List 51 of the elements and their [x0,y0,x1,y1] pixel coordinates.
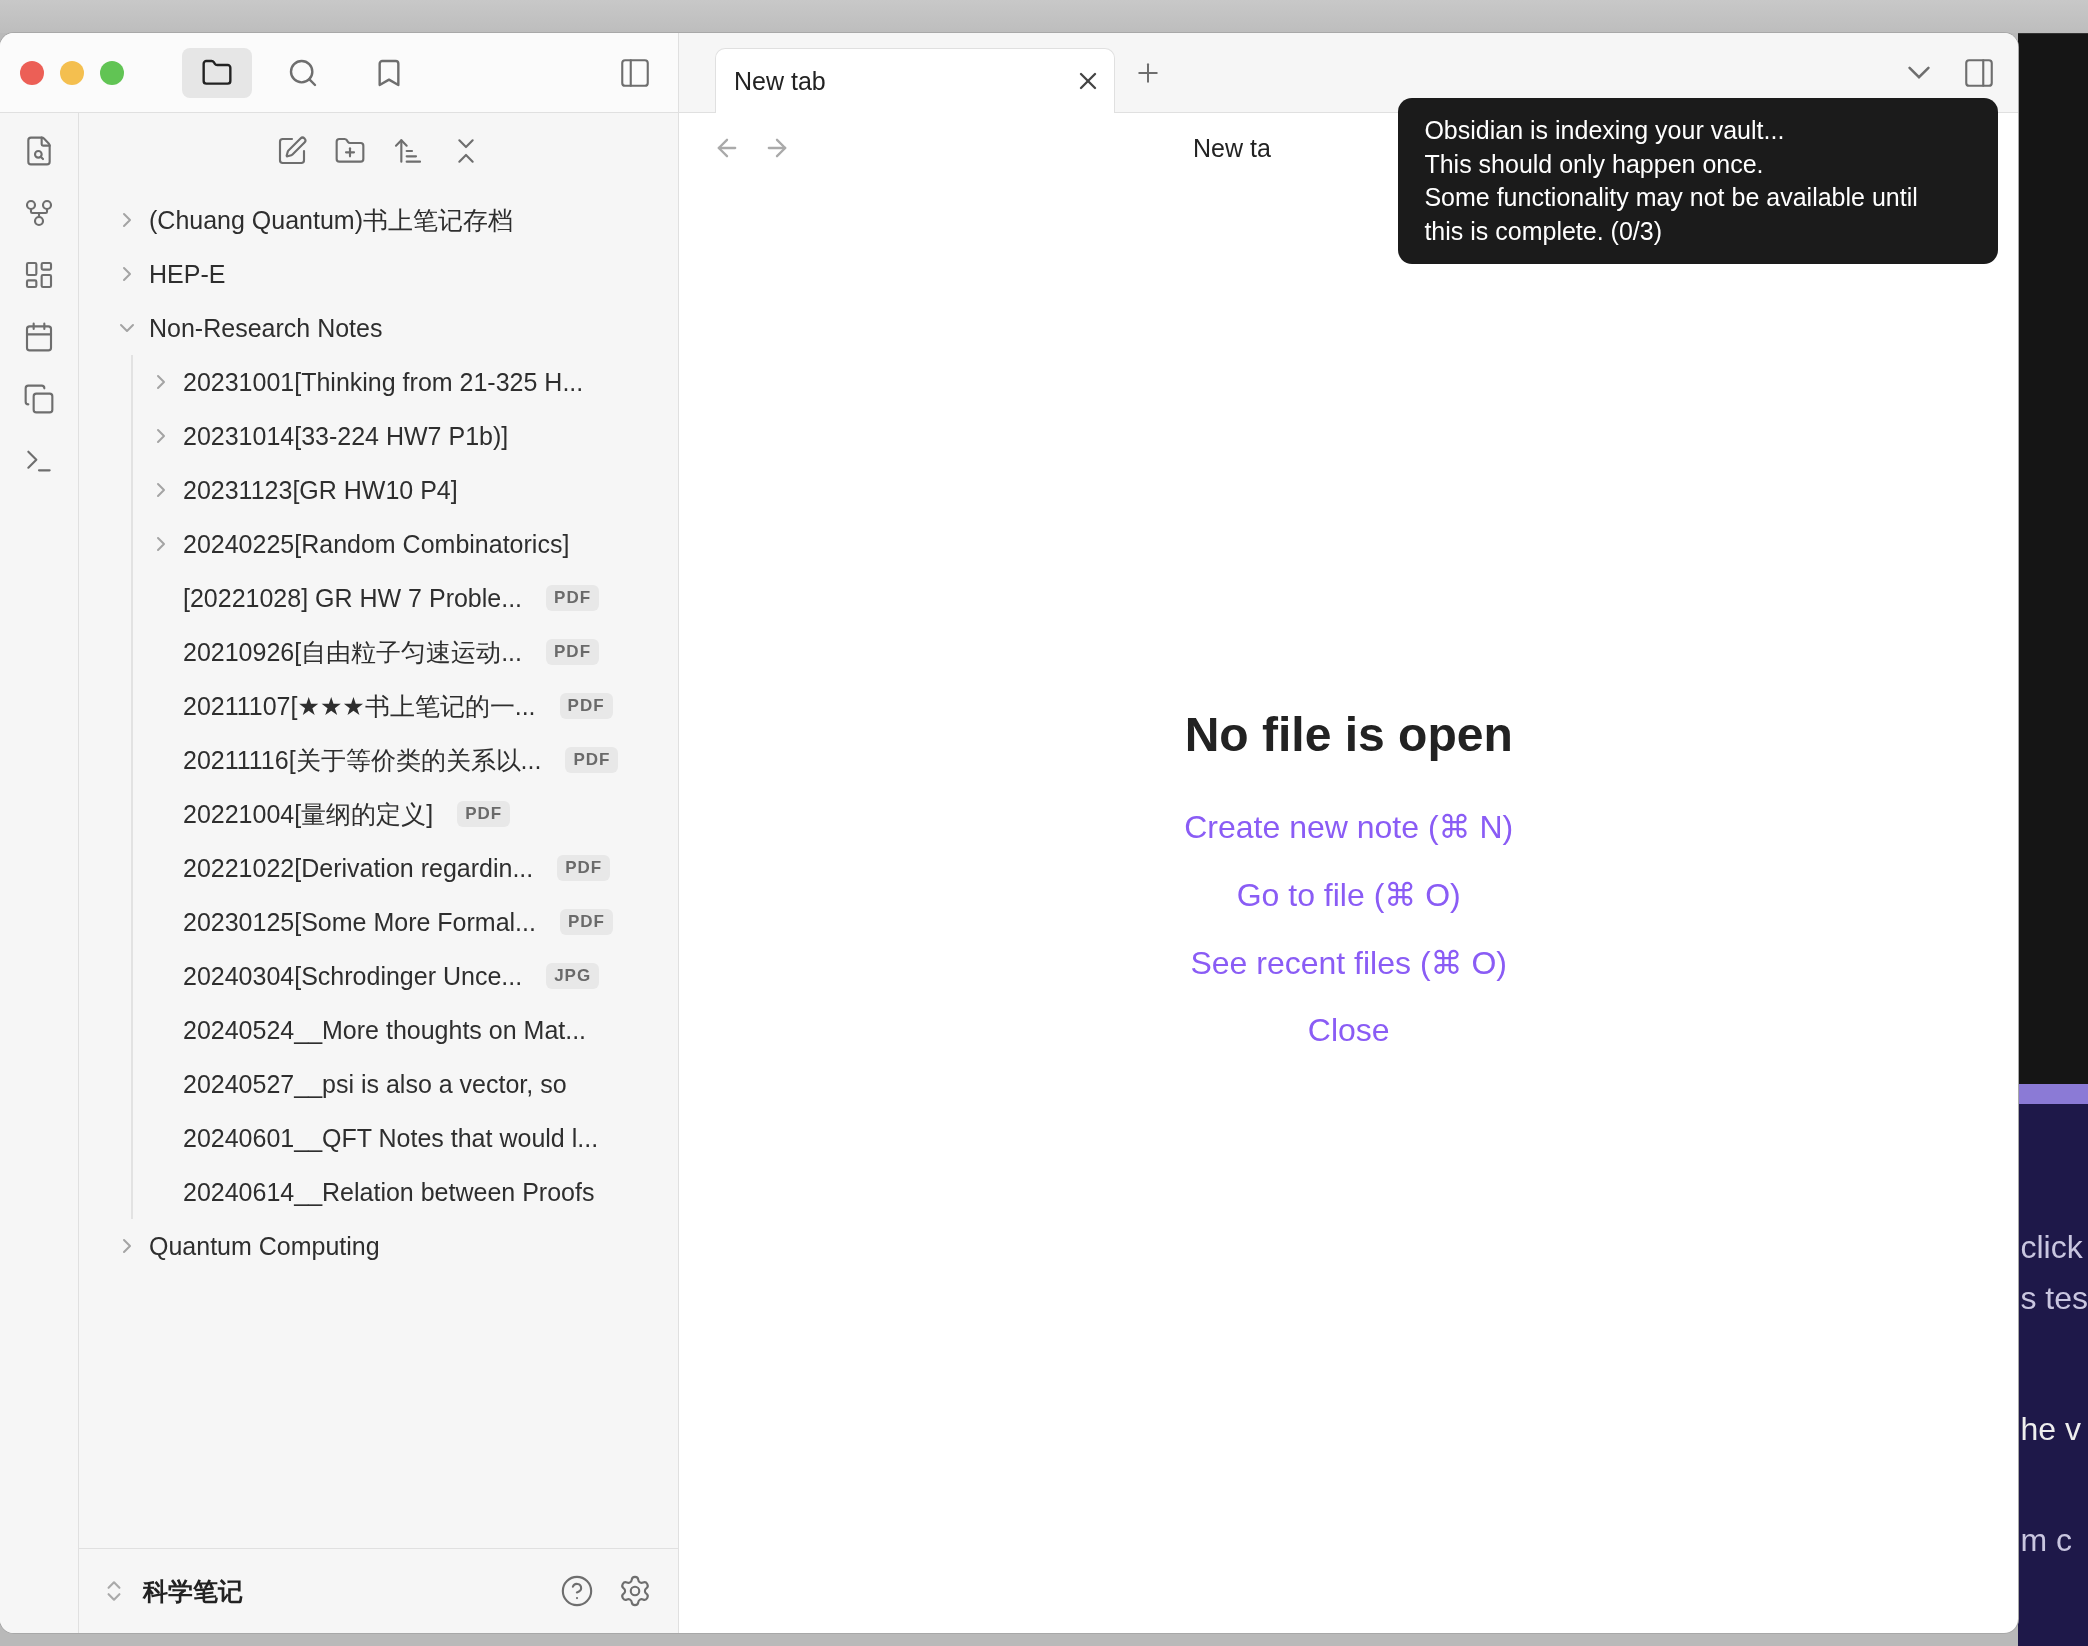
background-text: he v [2019,1411,2081,1448]
folder-item[interactable]: Quantum Computing [149,1231,380,1261]
tab[interactable]: New tab [715,48,1115,113]
vault-name[interactable]: 科学笔记 [143,1574,243,1608]
file-item[interactable]: 20240304[Schrodinger Unce... [183,961,523,991]
file-type-badge: PDF [559,693,613,719]
file-item[interactable]: 20230125[Some More Formal... [183,907,536,937]
file-type-badge: JPG [546,963,600,989]
file-item[interactable]: [20221028] GR HW 7 Proble... [183,583,523,613]
folder-item[interactable]: 20231001[Thinking from 21-325 H... [183,367,584,397]
file-type-badge: PDF [546,639,599,665]
folder-item[interactable]: 20231014[33-224 HW7 P1b)] [183,421,509,451]
empty-state-title: No file is open [1184,707,1513,762]
background-text: s tes [2019,1280,2088,1317]
folder-item[interactable]: 20231123[GR HW10 P4] [183,475,458,505]
file-item[interactable]: 20221022[Derivation regardin... [183,853,534,883]
file-type-badge: PDF [565,747,619,773]
file-type-badge: PDF [457,801,511,827]
folder-item[interactable]: Non-Research Notes [149,313,383,343]
folder-item[interactable]: (Chuang Quantum)书上笔记存档 [149,203,513,237]
indexing-notice: Obsidian is indexing your vault... This should only happen once. Some functionality may not be available until this is complete. (0/3) [1398,98,1999,264]
folder-item[interactable]: 20240225[Random Combinatorics] [183,529,570,559]
file-type-badge: PDF [557,855,611,881]
file-item[interactable]: 20240601__QFT Notes that would l... [183,1123,599,1153]
file-type-badge: PDF [559,909,613,935]
file-item[interactable]: 20240614__Relation between Proofs [183,1177,595,1207]
file-item[interactable]: 20240527__psi is also a vector, so [183,1069,567,1099]
action-link[interactable]: Close [1307,1012,1390,1049]
view-title: New ta [1193,133,1271,163]
folder-item[interactable]: HEP-E [149,259,226,289]
file-item[interactable]: 20221004[量纲的定义] [183,797,434,831]
chevron-down-icon [1908,66,1931,79]
copy-icon[interactable] [23,383,55,415]
grid-icon[interactable] [23,259,55,291]
settings-icon [618,1574,652,1608]
file-item[interactable]: 20211116[关于等价类的关系以... [183,743,542,777]
file-item[interactable]: 20211107[★★★书上笔记的一... [183,689,536,723]
calendar-icon[interactable] [23,321,55,353]
background-text: m c [2019,1522,2072,1559]
graph-icon[interactable] [23,197,55,229]
action-link[interactable]: Go to file (⌘ O) [1236,876,1461,914]
file-item[interactable]: 20240524__More thoughts on Mat... [183,1015,587,1045]
accent-bar [2018,1084,2088,1104]
close-window-button[interactable] [20,60,44,85]
action-link[interactable]: Create new note (⌘ N) [1184,808,1514,846]
file-item[interactable]: 20210926[自由粒子匀速运动... [183,635,522,669]
background-text: click [2019,1229,2083,1266]
action-link[interactable]: See recent files (⌘ O) [1190,944,1507,982]
files-tab[interactable] [182,47,252,98]
help-icon [560,1574,594,1608]
file-type-badge: PDF [546,585,600,611]
